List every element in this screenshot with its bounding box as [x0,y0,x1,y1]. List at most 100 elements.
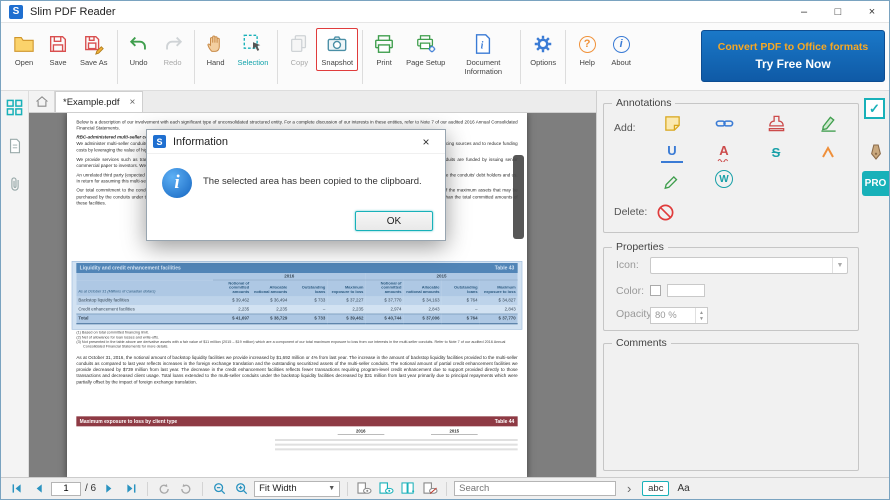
options-gear-icon [531,32,555,56]
table44-title: Maximum exposure to loss by client type [79,418,178,425]
row-label: Backstop liquidity facilities [76,296,214,305]
table-cell: $ 37,006 [403,313,442,325]
view-mode-single-icon[interactable] [355,480,373,497]
search-next-icon[interactable]: › [620,480,638,497]
strikeout-icon[interactable]: S [765,141,787,163]
table43-title: Liquidity and credit enhancement facilit… [79,265,181,272]
tab-close-icon[interactable]: × [130,97,136,108]
copy-button[interactable]: Copy [282,28,316,71]
squiggly-underline-icon[interactable]: A [713,141,735,163]
hand-tool-button[interactable]: Hand [199,28,233,71]
match-case-button[interactable]: Aa [673,482,693,495]
dialog-close-button[interactable]: × [413,135,439,149]
minimize-button[interactable]: – [787,1,821,22]
page-setup-button[interactable]: Page Setup [401,28,450,71]
zoom-mode-select[interactable]: Fit Width ▼ [254,480,341,497]
view-mode-continuous-icon[interactable] [377,480,395,497]
undo-button[interactable]: Undo [122,28,156,71]
help-icon: ? [575,32,599,56]
footnote: (3) Not presented in the table above are… [76,340,506,349]
promo-cta: Try Free Now [755,57,831,71]
annotations-toggle-icon[interactable]: ✓ [864,98,885,119]
table-cell: 2,843 [504,306,516,312]
zoom-out-icon[interactable] [210,480,228,497]
prev-page-button[interactable] [29,480,47,497]
maximize-button[interactable]: □ [821,1,855,22]
annotation-tools: U A S W [646,112,854,192]
stamp-icon[interactable] [765,112,787,134]
first-page-button[interactable] [7,480,25,497]
ink-pencil-icon[interactable] [661,170,683,192]
save-as-button[interactable]: Save As [75,28,113,71]
pdf-paragraph: As at October 31, 2016, the notional amo… [76,355,518,385]
print-button[interactable]: Print [367,28,401,71]
main-toolbar: Open Save Save As Undo Redo Hand Selecti… [1,23,889,91]
ok-button[interactable]: OK [355,211,433,231]
zoom-in-icon[interactable] [232,480,250,497]
home-tab[interactable] [29,91,55,112]
table-cell: $ 764 [441,313,480,325]
bookmarks-page-icon[interactable] [7,138,23,154]
highlight-icon[interactable] [817,112,839,134]
open-button[interactable]: Open [7,28,41,71]
table-column-header-row: As at October 31 (Millions of Canadian d… [76,280,518,297]
match-word-button[interactable]: abc [642,481,670,496]
pro-badge[interactable]: PRO [862,171,889,196]
color-swatch[interactable] [667,284,705,297]
close-button[interactable]: × [855,1,889,22]
page-number-input[interactable] [51,481,81,496]
title-bar: S Slim PDF Reader – □ × [1,1,889,23]
table-cell: $ 36,494 [251,296,290,305]
save-button[interactable]: Save [41,28,75,71]
help-button[interactable]: ? Help [570,28,604,71]
table-cell: $ 38,729 [251,313,290,325]
snapshot-button[interactable]: Snapshot [316,28,359,71]
opacity-stepper[interactable]: 80 % ▲ ▼ [650,307,708,324]
view-mode-facing-icon[interactable] [399,480,417,497]
snapshot-selection-region: Liquidity and credit enhancement facilit… [71,261,523,330]
document-info-button[interactable]: i Document Information [450,28,516,79]
search-input[interactable] [454,481,617,496]
convert-promo-button[interactable]: Convert PDF to Office formats Try Free N… [701,30,885,82]
underline-icon[interactable]: U [661,141,683,163]
delete-annotation-icon[interactable] [654,201,676,223]
view-mode-presentation-icon[interactable] [421,480,439,497]
column-header: Maximum exposure to loss [327,280,366,297]
hyperlink-icon[interactable] [713,112,735,134]
add-label: Add: [614,122,636,134]
table43-header-bar: Liquidity and credit enhancement facilit… [76,263,518,274]
pen-properties-icon[interactable] [869,143,883,161]
thumbnails-grid-icon[interactable] [6,99,23,116]
next-page-button[interactable] [100,480,118,497]
icon-select[interactable]: ▼ [650,257,848,274]
table-cell: $ 764 [441,296,480,305]
about-button[interactable]: i About [604,28,638,71]
color-label: Color: [616,285,645,297]
properties-groupbox: Properties Icon: ▼ Color: Opacity: 80 % … [603,241,859,331]
last-page-button[interactable] [122,480,140,497]
table44-header-bar: Maximum exposure to loss by client type … [76,416,518,427]
caret-icon[interactable] [817,141,839,163]
liquidity-table: 2016 2015 As at October 31 (Millions of … [76,273,518,325]
comments-title: Comments [612,337,671,349]
color-checkbox[interactable] [650,285,661,296]
comments-groupbox: Comments [603,337,859,471]
table-cell: $ 39,462 [213,296,252,305]
document-tab[interactable]: *Example.pdf × [55,91,144,112]
selection-tool-button[interactable]: Selection [233,28,274,71]
redo-button[interactable]: Redo [156,28,190,71]
vertical-scrollbar-thumb[interactable] [513,155,524,239]
info-icon: i [162,168,192,198]
table-cell: $ 733 [289,313,328,325]
row-label: Credit enhancement facilities [78,306,135,312]
sticky-note-icon[interactable] [661,112,683,134]
attachments-clip-icon[interactable] [7,176,23,192]
watermark-icon[interactable]: W [715,170,733,188]
rotate-cw-button[interactable] [177,480,195,497]
pdf-viewport[interactable]: Below is a description of our involvemen… [29,113,596,477]
options-button[interactable]: Options [525,28,561,71]
year-header: 2015 [430,429,478,435]
rotate-ccw-button[interactable] [155,480,173,497]
page-count-label: / 6 [85,483,97,494]
stepper-arrows-icon[interactable]: ▲ ▼ [695,308,707,323]
